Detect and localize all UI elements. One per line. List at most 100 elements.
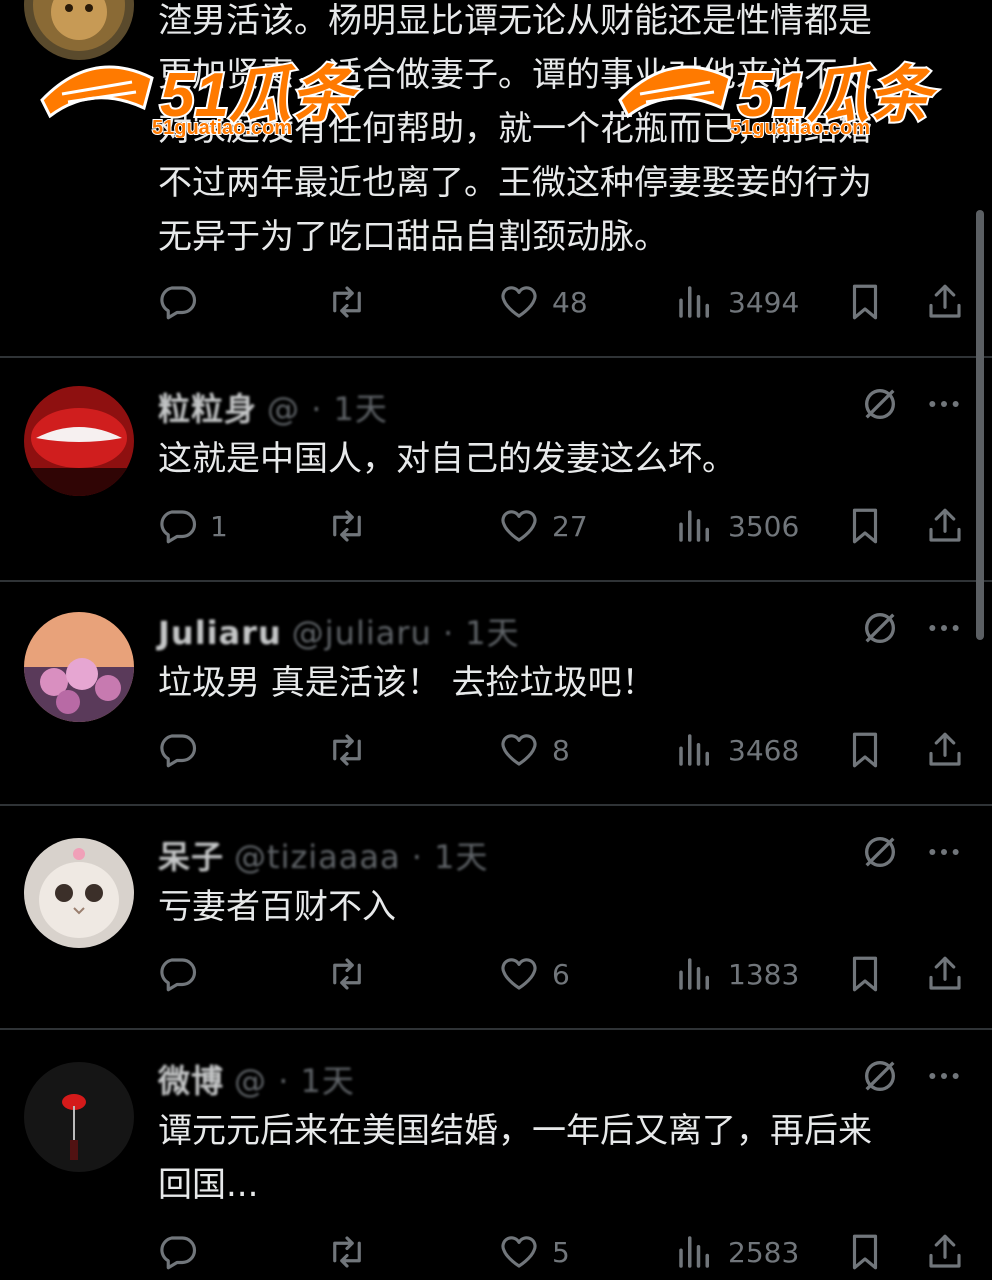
like-count: 48 xyxy=(552,285,588,319)
reply-icon xyxy=(156,505,198,547)
heart-icon xyxy=(498,729,540,771)
retweet-button[interactable] xyxy=(326,274,368,330)
bookmark-icon xyxy=(844,953,886,995)
views-button[interactable]: 3506 xyxy=(674,498,799,554)
like-button[interactable]: 6 xyxy=(498,946,570,1002)
user-name-line[interactable]: Juliaru @juliaru · 1天 xyxy=(158,608,520,654)
bookmark-button[interactable] xyxy=(844,946,886,1002)
reply-button[interactable] xyxy=(156,946,210,1002)
heart-icon xyxy=(498,281,540,323)
avatar[interactable] xyxy=(24,612,134,722)
heart-icon xyxy=(498,505,540,547)
tweet-0[interactable]: 渣男活该。杨明显比谭无论从财能还是性情都是 更加贤惠，适合做妻子。谭的事业对他来… xyxy=(0,0,992,356)
views-count: 2583 xyxy=(728,1235,800,1269)
share-button[interactable] xyxy=(924,946,966,1002)
views-button[interactable]: 1383 xyxy=(674,946,799,1002)
reply-button[interactable]: 1 xyxy=(156,498,228,554)
tweet-actions: 1 27 3506 xyxy=(0,498,992,554)
avatar[interactable] xyxy=(24,386,134,496)
tweet-actions: 5 2583 xyxy=(0,1224,992,1280)
share-icon xyxy=(924,505,966,547)
display-name[interactable]: Juliaru xyxy=(158,614,282,652)
like-button[interactable]: 27 xyxy=(498,498,588,554)
share-button[interactable] xyxy=(924,722,966,778)
share-button[interactable] xyxy=(924,274,966,330)
tweet-actions: 48 3494 xyxy=(0,274,992,330)
like-button[interactable]: 5 xyxy=(498,1224,570,1280)
views-icon xyxy=(674,729,716,771)
views-count: 3468 xyxy=(728,733,800,767)
grok-icon[interactable] xyxy=(860,832,900,872)
avatar[interactable] xyxy=(24,838,134,948)
more-icon[interactable] xyxy=(924,608,964,648)
reply-icon xyxy=(156,281,198,323)
tweet-3[interactable]: 呆子 @tiziaaaa · 1天 亏妻者百财不入 6 1383 xyxy=(0,806,992,1028)
bookmark-button[interactable] xyxy=(844,274,886,330)
handle-time: @ · 1天 xyxy=(267,390,388,428)
views-button[interactable]: 3468 xyxy=(674,722,799,778)
share-icon xyxy=(924,953,966,995)
more-icon[interactable] xyxy=(924,384,964,424)
avatar-image xyxy=(24,838,134,948)
retweet-icon xyxy=(326,729,368,771)
like-button[interactable]: 48 xyxy=(498,274,588,330)
user-name-line[interactable]: 呆子 @tiziaaaa · 1天 xyxy=(158,832,488,878)
retweet-icon xyxy=(326,953,368,995)
bookmark-icon xyxy=(844,281,886,323)
heart-icon xyxy=(498,1231,540,1273)
views-icon xyxy=(674,505,716,547)
user-name-line[interactable]: 微博 @ · 1天 xyxy=(158,1056,355,1102)
avatar[interactable] xyxy=(24,1062,134,1172)
tweet-2[interactable]: Juliaru @juliaru · 1天 垃圾男 真是活该！ 去捡垃圾吧！ 8 … xyxy=(0,582,992,804)
tweet-text: 这就是中国人，对自己的发妻这么坏。 xyxy=(158,439,736,479)
retweet-icon xyxy=(326,281,368,323)
views-icon xyxy=(674,1231,716,1273)
reply-icon xyxy=(156,953,198,995)
like-count: 6 xyxy=(552,957,570,991)
tweet-text: 谭元元后来在美国结婚，一年后又离了，再后来 回国... xyxy=(158,1111,872,1205)
reply-count: 1 xyxy=(210,509,228,543)
reply-button[interactable] xyxy=(156,1224,210,1280)
reply-button[interactable] xyxy=(156,722,210,778)
share-button[interactable] xyxy=(924,1224,966,1280)
tweet-1[interactable]: 粒粒身 @ · 1天 这就是中国人，对自己的发妻这么坏。 1 27 3506 xyxy=(0,358,992,580)
display-name[interactable]: 粒粒身 xyxy=(158,390,257,428)
views-icon xyxy=(674,281,716,323)
tweet-actions: 6 1383 xyxy=(0,946,992,1002)
bookmark-button[interactable] xyxy=(844,722,886,778)
display-name[interactable]: 呆子 xyxy=(158,838,224,876)
reply-icon xyxy=(156,1231,198,1273)
like-count: 8 xyxy=(552,733,570,767)
more-icon[interactable] xyxy=(924,832,964,872)
grok-icon[interactable] xyxy=(860,1056,900,1096)
bookmark-button[interactable] xyxy=(844,498,886,554)
views-button[interactable]: 3494 xyxy=(674,274,799,330)
retweet-button[interactable] xyxy=(326,946,368,1002)
display-name[interactable]: 微博 xyxy=(158,1062,224,1100)
like-button[interactable]: 8 xyxy=(498,722,570,778)
bookmark-button[interactable] xyxy=(844,1224,886,1280)
reply-button[interactable] xyxy=(156,274,210,330)
avatar-image xyxy=(24,0,134,60)
more-icon[interactable] xyxy=(924,1056,964,1096)
views-icon xyxy=(674,953,716,995)
retweet-button[interactable] xyxy=(326,1224,368,1280)
avatar[interactable] xyxy=(24,0,134,60)
retweet-button[interactable] xyxy=(326,722,368,778)
tweet-text: 垃圾男 真是活该！ 去捡垃圾吧！ xyxy=(158,663,656,703)
grok-icon[interactable] xyxy=(860,608,900,648)
tweet-4[interactable]: 微博 @ · 1天 谭元元后来在美国结婚，一年后又离了，再后来 回国... 5 2… xyxy=(0,1030,992,1280)
share-button[interactable] xyxy=(924,498,966,554)
user-name-line[interactable]: 粒粒身 @ · 1天 xyxy=(158,384,388,430)
share-icon xyxy=(924,281,966,323)
views-count: 3494 xyxy=(728,285,800,319)
tweet-actions: 8 3468 xyxy=(0,722,992,778)
share-icon xyxy=(924,1231,966,1273)
bookmark-icon xyxy=(844,505,886,547)
grok-icon[interactable] xyxy=(860,384,900,424)
scrollbar[interactable] xyxy=(976,210,984,640)
retweet-button[interactable] xyxy=(326,498,368,554)
views-button[interactable]: 2583 xyxy=(674,1224,799,1280)
heart-icon xyxy=(498,953,540,995)
handle-time: @juliaru · 1天 xyxy=(291,614,520,652)
